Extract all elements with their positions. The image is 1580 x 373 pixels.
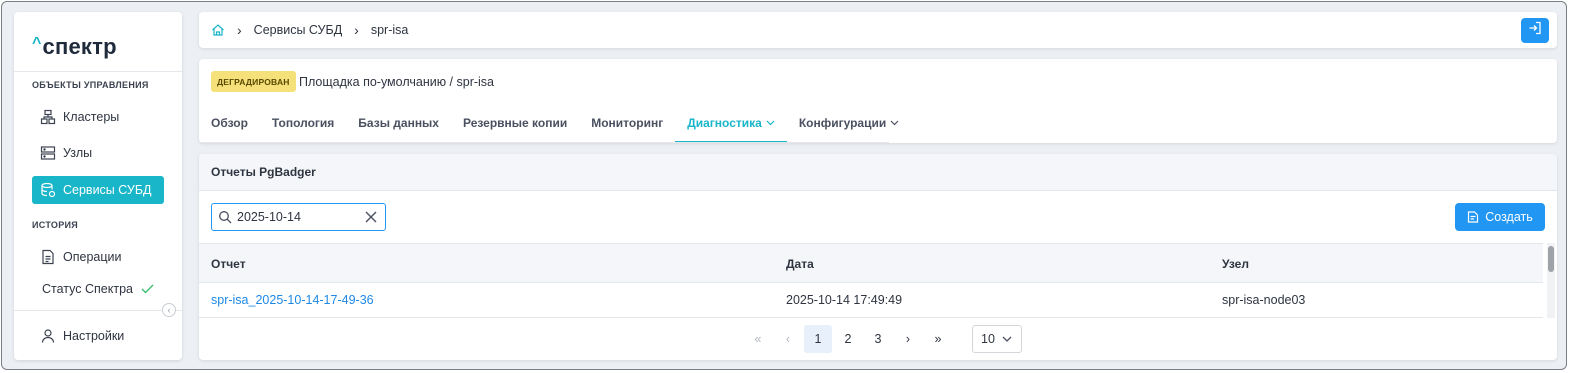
sidebar-section-history: ИСТОРИЯ <box>32 220 79 230</box>
tab-label: Диагностика <box>687 116 762 130</box>
tab-diagnostics[interactable]: Диагностика <box>675 103 787 143</box>
scrollbar-thumb[interactable] <box>1548 246 1554 272</box>
create-button[interactable]: Создать <box>1455 203 1545 231</box>
sidebar-item-label: Кластеры <box>63 110 120 124</box>
panel-title: Отчеты PgBadger <box>199 154 1557 191</box>
chevron-right-icon: › <box>237 22 242 38</box>
column-header-node[interactable]: Узел <box>1222 257 1249 271</box>
logo-text: спектр <box>42 34 117 59</box>
breadcrumb: › Сервисы СУБД › spr-isa <box>199 12 1557 48</box>
tab-label: Базы данных <box>358 116 439 130</box>
tab-overview[interactable]: Обзор <box>199 103 260 143</box>
clusters-icon <box>40 109 56 125</box>
last-page-button[interactable]: » <box>924 325 952 353</box>
operations-icon <box>40 249 56 265</box>
home-icon[interactable] <box>211 23 225 37</box>
tab-monitoring[interactable]: Мониторинг <box>579 103 675 143</box>
tabs-divider <box>199 142 889 143</box>
column-header-report[interactable]: Отчет <box>211 257 246 271</box>
sidebar-item-status[interactable]: Статус Спектра <box>32 275 164 303</box>
search-input[interactable] <box>237 210 357 224</box>
tab-label: Резервные копии <box>462 116 568 130</box>
report-node: spr-isa-node03 <box>1222 293 1306 307</box>
sidebar-item-settings[interactable]: Настройки <box>32 322 164 350</box>
logout-icon <box>1528 21 1542 40</box>
sidebar-section-objects: ОБЪЕКТЫ УПРАВЛЕНИЯ <box>32 80 149 90</box>
sidebar-item-label: Узлы <box>63 146 93 160</box>
tab-topology[interactable]: Топология <box>260 103 346 143</box>
sidebar-item-label: Настройки <box>63 329 125 343</box>
logo-caret: ^ <box>32 35 42 52</box>
service-header: ДЕГРАДИРОВАН Площадка по-умолчанию / spr… <box>199 59 1557 143</box>
sidebar: ^спектр ОБЪЕКТЫ УПРАВЛЕНИЯ Кластеры Узлы… <box>14 12 182 360</box>
breadcrumb-service[interactable]: spr-isa <box>371 23 409 37</box>
status-badge: ДЕГРАДИРОВАН <box>211 71 296 92</box>
search-field[interactable] <box>211 203 386 231</box>
search-icon <box>218 210 232 224</box>
sidebar-item-db-services[interactable]: Сервисы СУБД <box>32 176 164 204</box>
table-header: Отчет Дата Узел <box>199 243 1543 283</box>
tab-label: Мониторинг <box>591 116 664 130</box>
chevron-down-icon <box>766 118 775 129</box>
reports-panel: Отчеты PgBadger Создать Отчет Дата Узел … <box>199 154 1557 360</box>
document-add-icon <box>1467 211 1479 223</box>
logout-button[interactable] <box>1521 18 1549 43</box>
sidebar-item-label: Статус Спектра <box>42 282 133 296</box>
report-link[interactable]: spr-isa_2025-10-14-17-49-36 <box>211 293 374 307</box>
report-date: 2025-10-14 17:49:49 <box>786 293 903 307</box>
app-window: ^спектр ОБЪЕКТЫ УПРАВЛЕНИЯ Кластеры Узлы… <box>1 1 1567 370</box>
page-size-value: 10 <box>981 332 995 346</box>
nodes-icon <box>40 145 56 161</box>
chevron-down-icon <box>1001 333 1013 345</box>
first-page-button[interactable]: « <box>744 325 772 353</box>
db-services-icon <box>40 182 56 198</box>
pagination: « ‹ 1 2 3 › » 10 <box>744 325 1022 353</box>
next-page-button[interactable]: › <box>894 325 922 353</box>
chevron-left-icon: ‹ <box>167 305 171 315</box>
tab-label: Обзор <box>211 116 248 130</box>
user-icon <box>40 328 56 344</box>
logo[interactable]: ^спектр <box>32 34 117 60</box>
tab-label: Конфигурации <box>798 116 887 130</box>
prev-page-button[interactable]: ‹ <box>774 325 802 353</box>
page-1-button[interactable]: 1 <box>804 325 832 353</box>
sidebar-item-label: Операции <box>63 250 122 264</box>
table-row: spr-isa_2025-10-14-17-49-36 2025-10-14 1… <box>199 283 1543 318</box>
chevron-down-icon <box>890 118 899 129</box>
chevron-right-icon: › <box>354 22 359 38</box>
create-button-label: Создать <box>1485 210 1533 224</box>
sidebar-divider <box>14 310 182 311</box>
page-2-button[interactable]: 2 <box>834 325 862 353</box>
sidebar-item-clusters[interactable]: Кластеры <box>32 103 164 131</box>
service-path: Площадка по-умолчанию / spr-isa <box>299 75 495 89</box>
tab-backups[interactable]: Резервные копии <box>451 103 579 143</box>
tab-databases[interactable]: Базы данных <box>346 103 451 143</box>
check-icon <box>141 282 154 297</box>
page-3-button[interactable]: 3 <box>864 325 892 353</box>
column-header-date[interactable]: Дата <box>786 257 814 271</box>
page-size-select[interactable]: 10 <box>972 325 1022 353</box>
table-scrollbar[interactable] <box>1547 243 1555 318</box>
sidebar-item-nodes[interactable]: Узлы <box>32 139 164 167</box>
tab-label: Топология <box>271 116 335 130</box>
clear-icon[interactable] <box>365 210 377 223</box>
sidebar-item-operations[interactable]: Операции <box>32 243 164 271</box>
tab-bar: Обзор Топология Базы данных Резервные ко… <box>199 103 911 143</box>
sidebar-item-label: Сервисы СУБД <box>63 183 152 197</box>
tab-configurations[interactable]: Конфигурации <box>787 103 911 143</box>
breadcrumb-db-services[interactable]: Сервисы СУБД <box>254 23 342 37</box>
collapse-sidebar-button[interactable]: ‹ <box>162 303 176 317</box>
sidebar-divider <box>14 71 182 72</box>
